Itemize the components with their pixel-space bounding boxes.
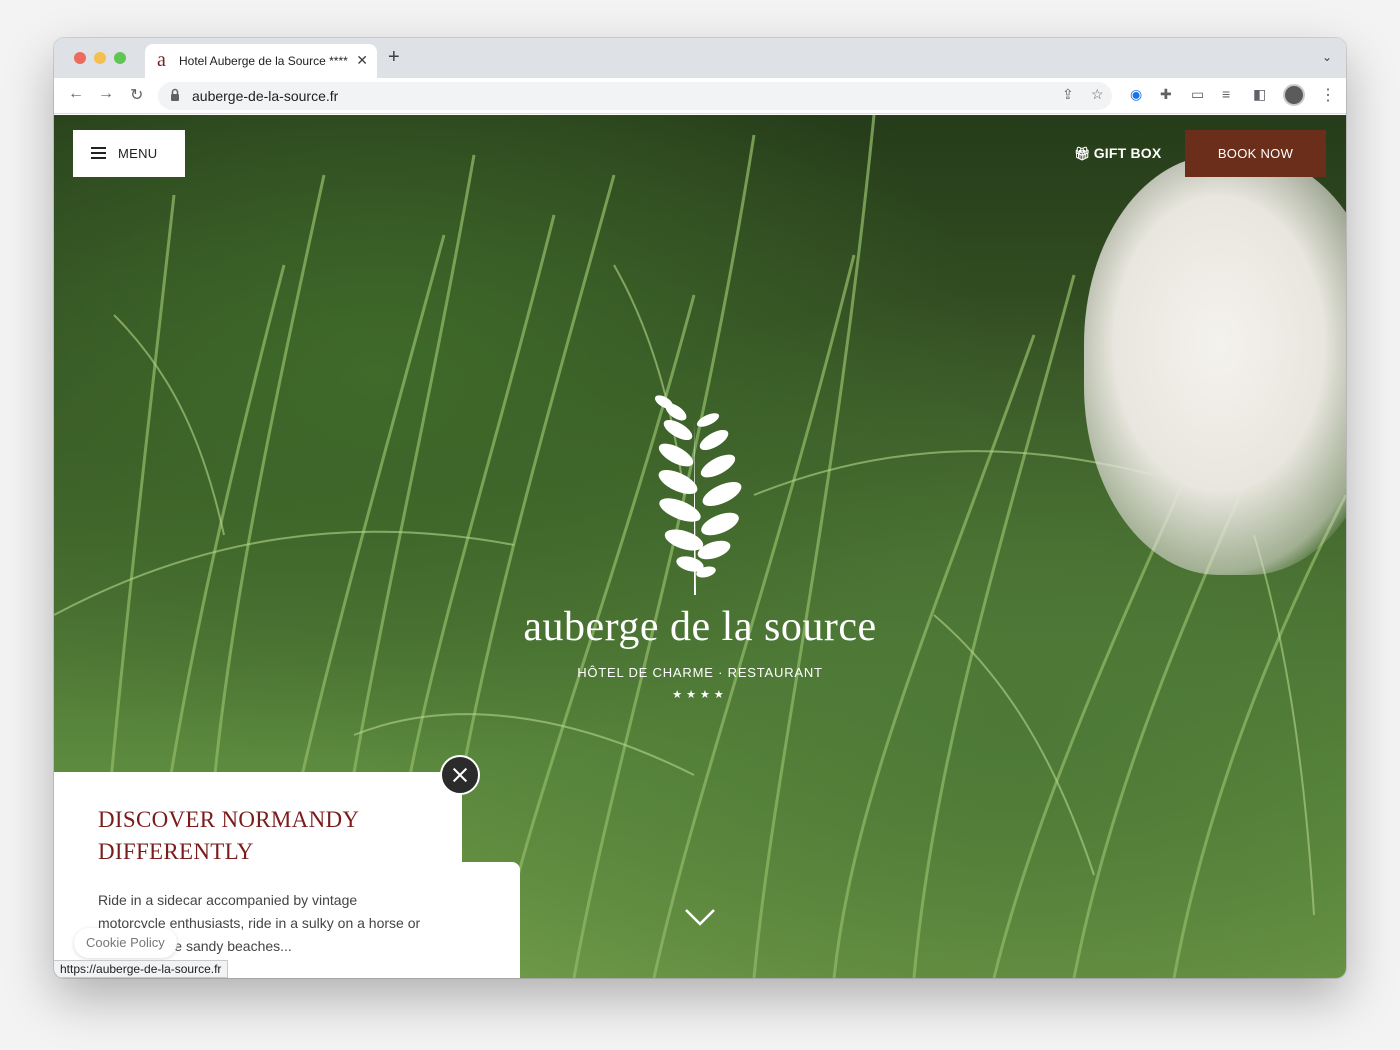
browser-toolbar: ← → ↻ auberge-de-la-source.fr ⇪ ☆ ◉ ✚ ▭ … (54, 78, 1346, 114)
browser-tab[interactable]: a Hotel Auberge de la Source **** ✕ (145, 44, 377, 78)
cast-icon[interactable]: ▭ (1191, 86, 1204, 102)
bookmark-star-icon[interactable]: ☆ (1091, 86, 1104, 102)
tab-close-icon[interactable]: ✕ (356, 52, 368, 69)
media-control-icon[interactable]: ≡ (1222, 86, 1230, 102)
lock-icon (171, 88, 179, 101)
menu-button[interactable]: MENU (73, 130, 185, 177)
tab-title: Hotel Auberge de la Source **** (179, 54, 348, 68)
extensions-puzzle-icon[interactable]: ✚ (1160, 86, 1172, 102)
hotel-tagline: HÔTEL DE CHARME · RESTAURANT (577, 665, 823, 680)
hero-video: MENU 🎁︎ GIFT BOX BOOK NOW auberge de la … (54, 115, 1346, 978)
side-panel-icon[interactable]: ◧ (1253, 86, 1266, 102)
lamb-fleece (1084, 155, 1346, 575)
chevron-down-icon[interactable] (684, 907, 716, 927)
gift-box-label: GIFT BOX (1093, 145, 1162, 161)
status-bar-url: https://auberge-de-la-source.fr (54, 960, 229, 978)
gift-icon: 🎁︎ (1074, 146, 1091, 161)
tab-bar: a Hotel Auberge de la Source **** ✕ + ⌄ (54, 38, 1346, 78)
hamburger-icon (91, 147, 106, 159)
reload-icon[interactable]: ↻ (130, 85, 143, 105)
menu-label: MENU (118, 146, 158, 161)
gift-box-link[interactable]: 🎁︎ GIFT BOX (1074, 145, 1161, 162)
url-text: auberge-de-la-source.fr (192, 88, 339, 104)
new-tab-button[interactable]: + (388, 47, 400, 67)
hotel-brand-name: auberge de la source (523, 604, 877, 650)
promo-title: DISCOVER NORMANDY DIFFERENTLY (98, 807, 359, 864)
star-rating: ★★★★ (672, 689, 728, 701)
fern-leaf-logo-icon (654, 395, 742, 595)
close-promo-button[interactable] (440, 755, 480, 795)
address-bar[interactable]: auberge-de-la-source.fr (158, 82, 1112, 110)
extension-icon[interactable]: ◉ (1130, 86, 1142, 102)
forward-icon[interactable]: → (98, 85, 114, 103)
tab-search-icon[interactable]: ⌄ (1322, 50, 1332, 64)
secondary-card (454, 862, 520, 978)
minimize-window-button[interactable] (94, 52, 106, 64)
browser-menu-icon[interactable]: ⋮ (1320, 85, 1336, 105)
close-window-button[interactable] (74, 52, 86, 64)
favicon-icon: a (157, 49, 166, 71)
share-icon[interactable]: ⇪ (1062, 86, 1074, 102)
profile-avatar[interactable] (1283, 84, 1305, 106)
back-icon[interactable]: ← (68, 85, 84, 103)
cookie-policy-button[interactable]: Cookie Policy (74, 928, 177, 958)
browser-window: a Hotel Auberge de la Source **** ✕ + ⌄ … (54, 38, 1346, 978)
book-now-button[interactable]: BOOK NOW (1185, 130, 1326, 177)
maximize-window-button[interactable] (114, 52, 126, 64)
